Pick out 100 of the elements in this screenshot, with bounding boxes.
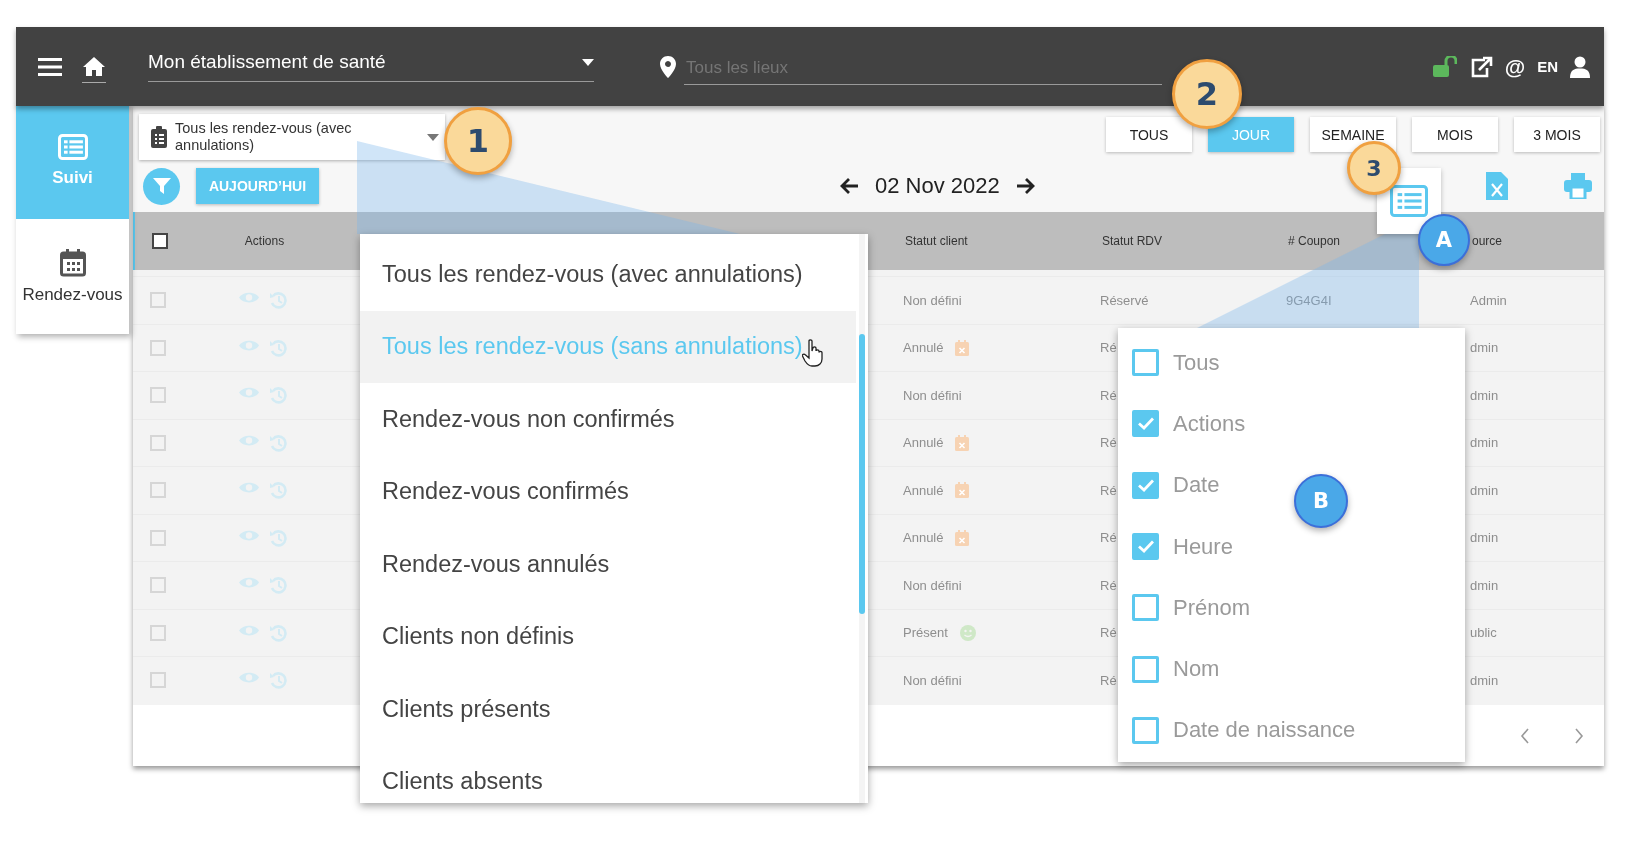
eye-icon[interactable] — [238, 576, 259, 590]
location-pin-icon — [660, 55, 676, 78]
previous-page-icon[interactable] — [1520, 727, 1530, 744]
cancelled-calendar-icon — [955, 482, 970, 499]
history-icon[interactable] — [268, 671, 287, 690]
table-cell: Annulé — [903, 340, 944, 356]
row-checkbox[interactable] — [150, 624, 166, 641]
home-icon[interactable] — [82, 56, 106, 76]
next-arrow-icon[interactable] — [1015, 177, 1036, 195]
checkbox-label: Date de naissance — [1173, 717, 1356, 744]
checkbox-label: Date — [1173, 472, 1220, 499]
row-checkbox[interactable] — [150, 672, 166, 689]
sidebar-label: Suivi — [52, 167, 93, 188]
checkbox-label: Nom — [1173, 656, 1220, 683]
eye-icon[interactable] — [238, 338, 259, 352]
list-icon — [57, 133, 88, 160]
language-button[interactable]: EN — [1537, 58, 1558, 75]
menu-item[interactable]: Clients absents — [360, 745, 856, 803]
table-cell: Annulé — [903, 482, 944, 498]
table-cell: Présent — [903, 625, 948, 641]
view-tab[interactable]: MOIS — [1412, 117, 1498, 152]
view-tab[interactable]: SEMAINE — [1310, 117, 1396, 152]
view-tab[interactable]: 3 MOIS — [1514, 117, 1600, 152]
previous-arrow-icon[interactable] — [839, 177, 859, 195]
eye-icon[interactable] — [238, 386, 259, 400]
column-header: Actions — [244, 234, 285, 248]
next-page-icon[interactable] — [1574, 727, 1584, 744]
menu-item[interactable]: Rendez-vous annulés — [360, 528, 856, 601]
row-checkbox[interactable] — [150, 577, 166, 594]
sidebar-item[interactable]: Rendez-vous — [16, 219, 129, 334]
eye-icon[interactable] — [238, 291, 259, 305]
table-cell: dmin — [1470, 482, 1499, 498]
history-icon[interactable] — [268, 291, 287, 310]
menu-item[interactable]: Clients non définis — [360, 600, 856, 673]
table-cell: Non défini — [903, 387, 962, 403]
eye-icon[interactable] — [238, 528, 259, 542]
checkbox-label: Prénom — [1173, 594, 1251, 621]
checkbox-label: Actions — [1173, 410, 1246, 437]
table-cell: dmin — [1470, 435, 1499, 451]
select-all-checkbox[interactable] — [152, 233, 168, 249]
establishment-select[interactable]: Mon établissement de santé — [148, 51, 594, 82]
clipboard-icon — [151, 126, 167, 148]
row-checkbox[interactable] — [150, 387, 166, 404]
checkbox[interactable] — [1132, 471, 1159, 499]
history-icon[interactable] — [268, 481, 287, 500]
scrollbar[interactable] — [859, 234, 865, 803]
row-checkbox[interactable] — [150, 292, 166, 309]
row-checkbox[interactable] — [150, 339, 166, 356]
checkbox[interactable] — [1132, 716, 1159, 744]
checkmark-icon — [1137, 417, 1154, 431]
eye-icon[interactable] — [238, 481, 259, 495]
cancelled-calendar-icon — [955, 434, 970, 451]
filter-select[interactable]: Tous les rendez-vous (avec annulations) — [139, 114, 445, 160]
menu-item[interactable]: Rendez-vous non confirmés — [360, 383, 856, 456]
view-tab[interactable]: TOUS — [1106, 117, 1192, 152]
eye-icon[interactable] — [238, 623, 259, 637]
history-icon[interactable] — [268, 576, 287, 595]
print-icon[interactable] — [1564, 173, 1592, 199]
cancelled-calendar-icon — [955, 529, 970, 546]
table-cell: Non défini — [903, 292, 962, 308]
spreadsheet-export-icon[interactable] — [1486, 172, 1508, 200]
calendar-icon — [59, 248, 86, 277]
column-header: # Coupon — [1288, 234, 1341, 248]
pointer-cursor-icon — [802, 338, 824, 367]
menu-item[interactable]: Clients présents — [360, 673, 856, 746]
menu-item[interactable]: Tous les rendez-vous (avec annulations) — [360, 238, 856, 311]
checkbox[interactable] — [1132, 594, 1159, 622]
unlocked-padlock-icon[interactable] — [1432, 55, 1457, 78]
column-header: Statut RDV — [1102, 234, 1163, 248]
history-icon[interactable] — [268, 338, 287, 357]
checkbox[interactable] — [1132, 349, 1159, 377]
table-cell: Ré — [1100, 435, 1117, 451]
checkbox[interactable] — [1132, 655, 1159, 683]
eye-icon[interactable] — [238, 671, 259, 685]
table-cell: Ré — [1100, 340, 1117, 356]
filter-button[interactable] — [143, 167, 180, 205]
table-cell: Annulé — [903, 530, 944, 546]
checkbox[interactable] — [1132, 533, 1159, 561]
checkbox[interactable] — [1132, 410, 1159, 438]
menu-icon[interactable] — [38, 57, 62, 76]
menu-item[interactable]: Rendez-vous confirmés — [360, 455, 856, 528]
caret-icon — [582, 58, 594, 66]
table-cell: Non défini — [903, 672, 962, 688]
history-icon[interactable] — [268, 623, 287, 642]
filter-select-value: Tous les rendez-vous (avec annulations) — [175, 120, 353, 154]
email-icon[interactable]: @ — [1504, 54, 1526, 79]
eye-icon[interactable] — [238, 433, 259, 447]
smiley-icon — [959, 624, 976, 641]
row-checkbox[interactable] — [150, 529, 166, 546]
row-checkbox[interactable] — [150, 482, 166, 499]
checkbox-label: Heure — [1173, 533, 1233, 560]
history-icon[interactable] — [268, 528, 287, 547]
history-icon[interactable] — [268, 433, 287, 452]
row-checkbox[interactable] — [150, 434, 166, 451]
table-cell: Annulé — [903, 435, 944, 451]
user-icon[interactable] — [1570, 55, 1590, 78]
table-cell: Ré — [1100, 577, 1117, 593]
table-cell: Ré — [1100, 625, 1117, 641]
history-icon[interactable] — [268, 386, 287, 405]
column-header: ource — [1472, 234, 1503, 248]
